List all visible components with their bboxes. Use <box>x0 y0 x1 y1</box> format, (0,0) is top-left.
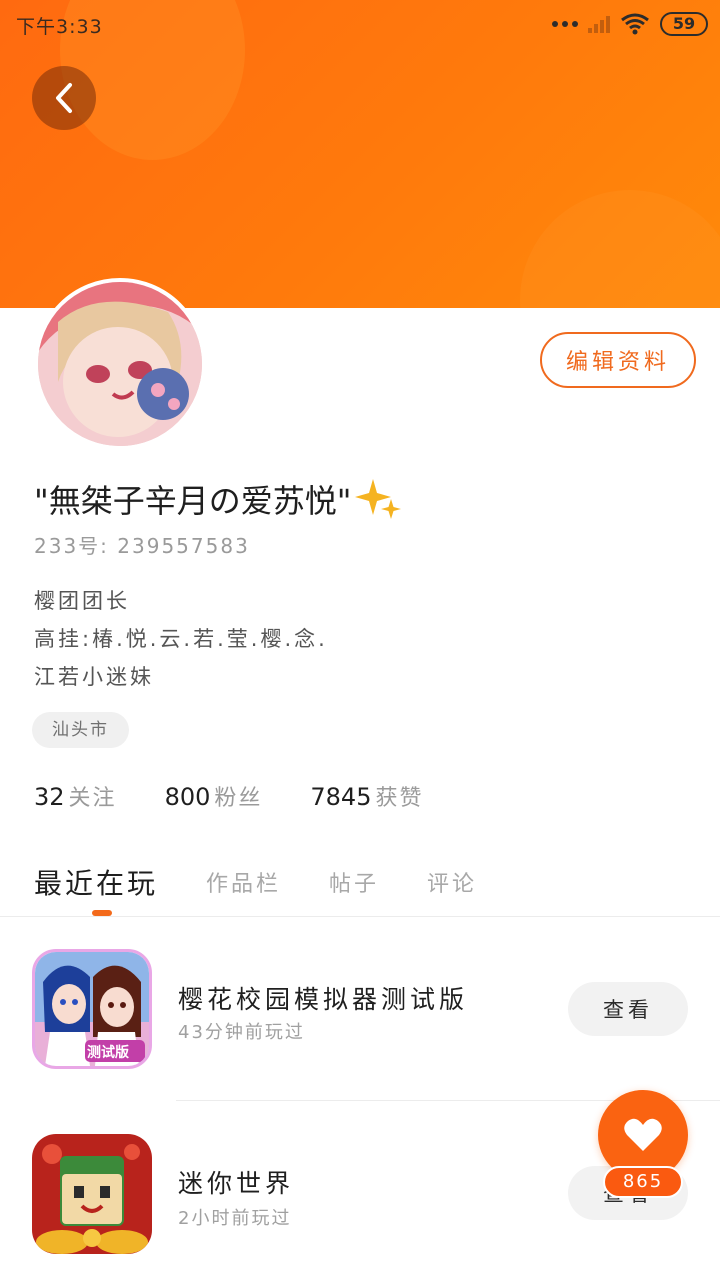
chevron-left-icon <box>56 83 72 113</box>
bio-line: 江若小迷妹 <box>34 665 154 689</box>
stat-label: 获赞 <box>375 786 424 811</box>
user-id: 233号: 239557583 <box>34 534 250 558</box>
stat-following[interactable]: 32 关注 <box>34 780 117 812</box>
game-badge: 测试版 <box>87 1045 129 1061</box>
stat-value: 32 <box>34 783 65 811</box>
stat-value: 7845 <box>310 783 372 811</box>
back-button[interactable] <box>32 66 96 130</box>
status-time: 下午3:33 <box>16 16 103 38</box>
stat-value: 800 <box>164 783 211 811</box>
avatar-image <box>38 282 202 446</box>
battery-indicator: 59 <box>660 12 708 36</box>
game-icon-mini-world <box>32 1134 152 1254</box>
banner-decoration <box>520 190 720 308</box>
bio: 樱团团长 高挂:椿.悦.云.若.莹.樱.念. 江若小迷妹 <box>34 582 328 696</box>
sparkle-icon <box>355 479 402 519</box>
bio-line: 高挂:椿.悦.云.若.莹.樱.念. <box>34 627 328 651</box>
tab-posts[interactable]: 帖子 <box>329 866 379 898</box>
nickname-row: "無桀子辛月の爱苏悦" <box>34 476 403 522</box>
bio-line: 樱团团长 <box>34 589 130 613</box>
status-icons: 59 <box>552 12 708 36</box>
status-bar: 下午3:33 59 <box>0 0 720 50</box>
game-last-played: 2小时前玩过 <box>178 1208 292 1229</box>
game-list-item[interactable]: 测试版 樱花校园模拟器测试版 43分钟前玩过 查看 <box>0 940 720 1100</box>
game-last-played: 43分钟前玩过 <box>178 1022 305 1043</box>
more-dots-icon <box>552 21 578 27</box>
tab-works[interactable]: 作品栏 <box>206 866 281 898</box>
view-game-button[interactable]: 查看 <box>568 982 688 1036</box>
divider <box>0 916 720 917</box>
game-name: 迷你世界 <box>178 1169 295 1198</box>
like-count: 865 <box>603 1166 683 1198</box>
heart-icon <box>624 1118 662 1151</box>
nickname: "無桀子辛月の爱苏悦" <box>34 482 352 520</box>
stat-followers[interactable]: 800 粉丝 <box>165 780 263 812</box>
game-name: 樱花校园模拟器测试版 <box>178 985 469 1014</box>
signal-icon <box>588 15 610 33</box>
stat-likes[interactable]: 7845 获赞 <box>310 780 423 812</box>
tab-recently-played[interactable]: 最近在玩 <box>34 862 158 902</box>
avatar[interactable] <box>34 278 206 450</box>
stat-label: 关注 <box>68 786 117 811</box>
stat-label: 粉丝 <box>214 786 263 811</box>
wifi-icon <box>621 13 649 35</box>
game-icon-sakura: 测试版 <box>32 949 152 1069</box>
edit-profile-button[interactable]: 编辑资料 <box>540 332 696 388</box>
profile-tabs: 最近在玩 作品栏 帖子 评论 <box>34 852 694 912</box>
location-tag: 汕头市 <box>32 712 129 748</box>
tab-comments[interactable]: 评论 <box>427 866 477 898</box>
stats-row: 32 关注 800 粉丝 7845 获赞 <box>34 780 423 812</box>
